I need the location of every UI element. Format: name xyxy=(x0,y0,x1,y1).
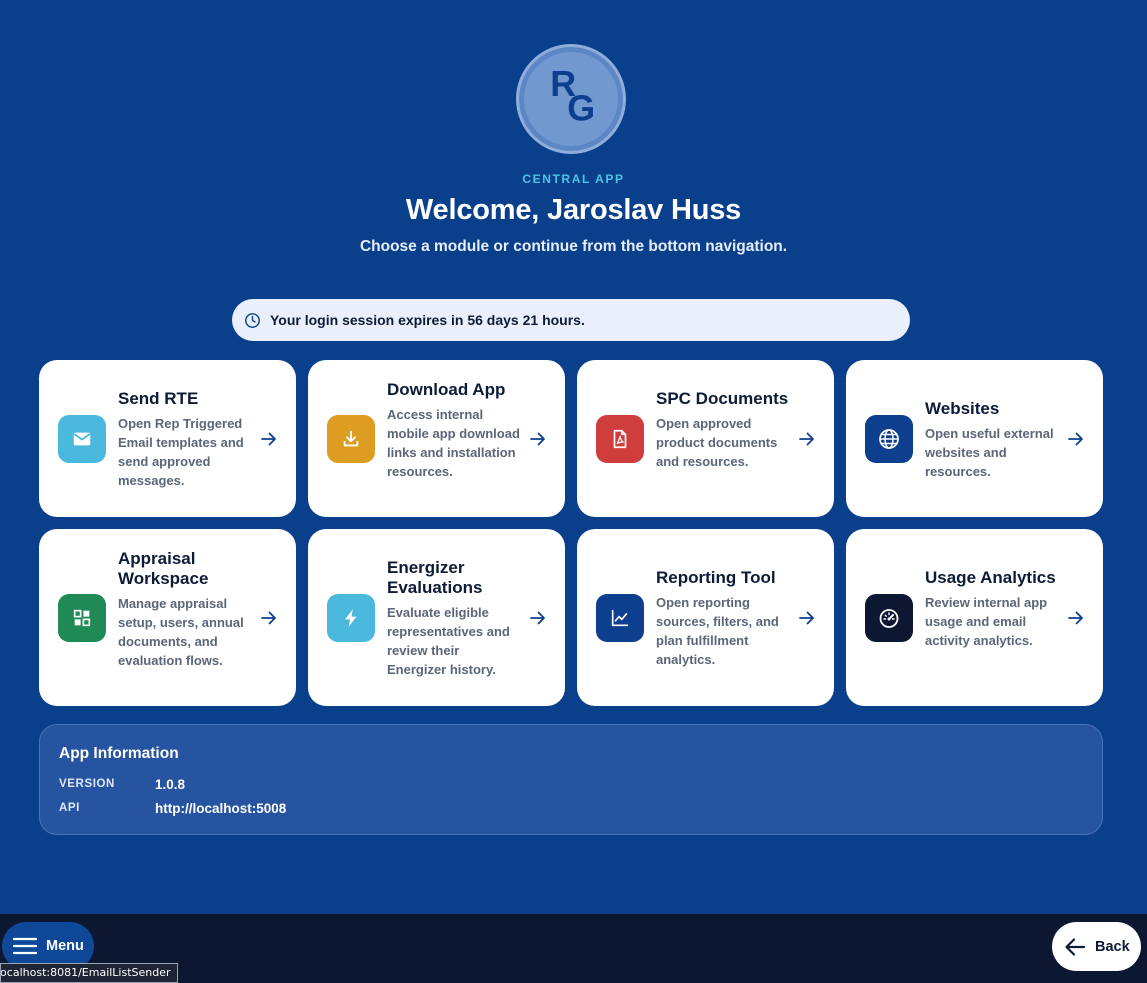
api-value: http://localhost:5008 xyxy=(155,801,287,816)
module-description: Review internal app usage and email acti… xyxy=(925,595,1048,648)
module-card-energizer-evaluations[interactable]: Energizer Evaluations Evaluate eligible … xyxy=(308,529,565,706)
arrow-right-icon xyxy=(799,611,814,624)
module-card-websites[interactable]: Websites Open useful external websites a… xyxy=(846,360,1103,517)
module-title: Usage Analytics xyxy=(925,568,1056,587)
arrow-right-icon xyxy=(1068,611,1083,624)
arrow-right-icon xyxy=(261,432,276,445)
session-text: Your login session expires in 56 days 21… xyxy=(270,312,585,328)
module-description: Open approved product documents and reso… xyxy=(656,416,778,469)
menu-label: Menu xyxy=(46,938,84,954)
hamburger-icon xyxy=(13,937,37,955)
page-title: Welcome, Jaroslav Huss xyxy=(405,194,742,226)
module-title: Reporting Tool xyxy=(656,568,776,587)
lightning-icon xyxy=(327,593,375,642)
module-card-spc-documents[interactable]: SPC Documents Open approved product docu… xyxy=(577,360,834,517)
app-information-panel: App Information VERSION 1.0.8 API http:/… xyxy=(39,724,1103,835)
rg-logo: R G xyxy=(516,44,626,154)
module-description: Open useful external websites and resour… xyxy=(925,426,1054,479)
module-card-usage-analytics[interactable]: Usage Analytics Review internal app usag… xyxy=(846,529,1103,706)
module-description: Evaluate eligible representatives and re… xyxy=(387,605,510,677)
link-status-tooltip: localhost:8081/EmailListSender xyxy=(0,963,178,983)
app-eyebrow: CENTRAL APP xyxy=(522,172,625,186)
module-description: Open Rep Triggered Email templates and s… xyxy=(118,416,244,488)
arrow-right-icon xyxy=(799,432,814,445)
mail-icon xyxy=(58,414,106,463)
pdf-document-icon xyxy=(596,414,644,463)
version-label: VERSION xyxy=(59,778,115,790)
module-description: Manage appraisal setup, users, annual do… xyxy=(118,596,244,668)
svg-text:G: G xyxy=(567,88,595,129)
arrow-right-icon xyxy=(530,432,545,445)
line-chart-icon xyxy=(596,593,644,642)
arrow-right-icon xyxy=(1068,432,1083,445)
status-url: localhost:8081/EmailListSender xyxy=(0,966,171,979)
rg-logo-mark: R G xyxy=(550,63,595,129)
module-title: Send RTE xyxy=(118,389,199,408)
module-card-appraisal-workspace[interactable]: Appraisal Workspace Manage appraisal set… xyxy=(39,529,296,706)
arrow-right-icon xyxy=(261,611,276,624)
module-title: Energizer Evaluations xyxy=(387,558,483,597)
app-information-title: App Information xyxy=(59,745,179,762)
module-description: Access internal mobile app download link… xyxy=(387,407,520,479)
back-label: Back xyxy=(1095,938,1130,955)
back-button[interactable]: Back xyxy=(1052,922,1141,971)
module-card-reporting-tool[interactable]: Reporting Tool Open reporting sources, f… xyxy=(577,529,834,706)
grid-icon xyxy=(58,593,106,642)
module-title: Websites xyxy=(925,399,1000,418)
speedometer-icon xyxy=(865,593,913,642)
module-title: Appraisal Workspace xyxy=(118,549,209,588)
module-card-send-rte[interactable]: Send RTE Open Rep Triggered Email templa… xyxy=(39,360,296,517)
page-subtitle: Choose a module or continue from the bot… xyxy=(359,238,788,255)
arrow-right-icon xyxy=(530,611,545,624)
module-title: SPC Documents xyxy=(656,389,789,408)
clock-icon xyxy=(245,312,260,328)
api-label: API xyxy=(59,802,80,814)
arrow-left-icon xyxy=(1065,937,1086,956)
session-banner: Your login session expires in 56 days 21… xyxy=(232,299,910,341)
module-card-download-app[interactable]: Download App Access internal mobile app … xyxy=(308,360,565,517)
module-description: Open reporting sources, filters, and pla… xyxy=(656,595,779,667)
download-icon xyxy=(327,414,375,463)
module-title: Download App xyxy=(387,380,506,399)
version-value: 1.0.8 xyxy=(155,777,186,792)
globe-icon xyxy=(865,414,913,463)
